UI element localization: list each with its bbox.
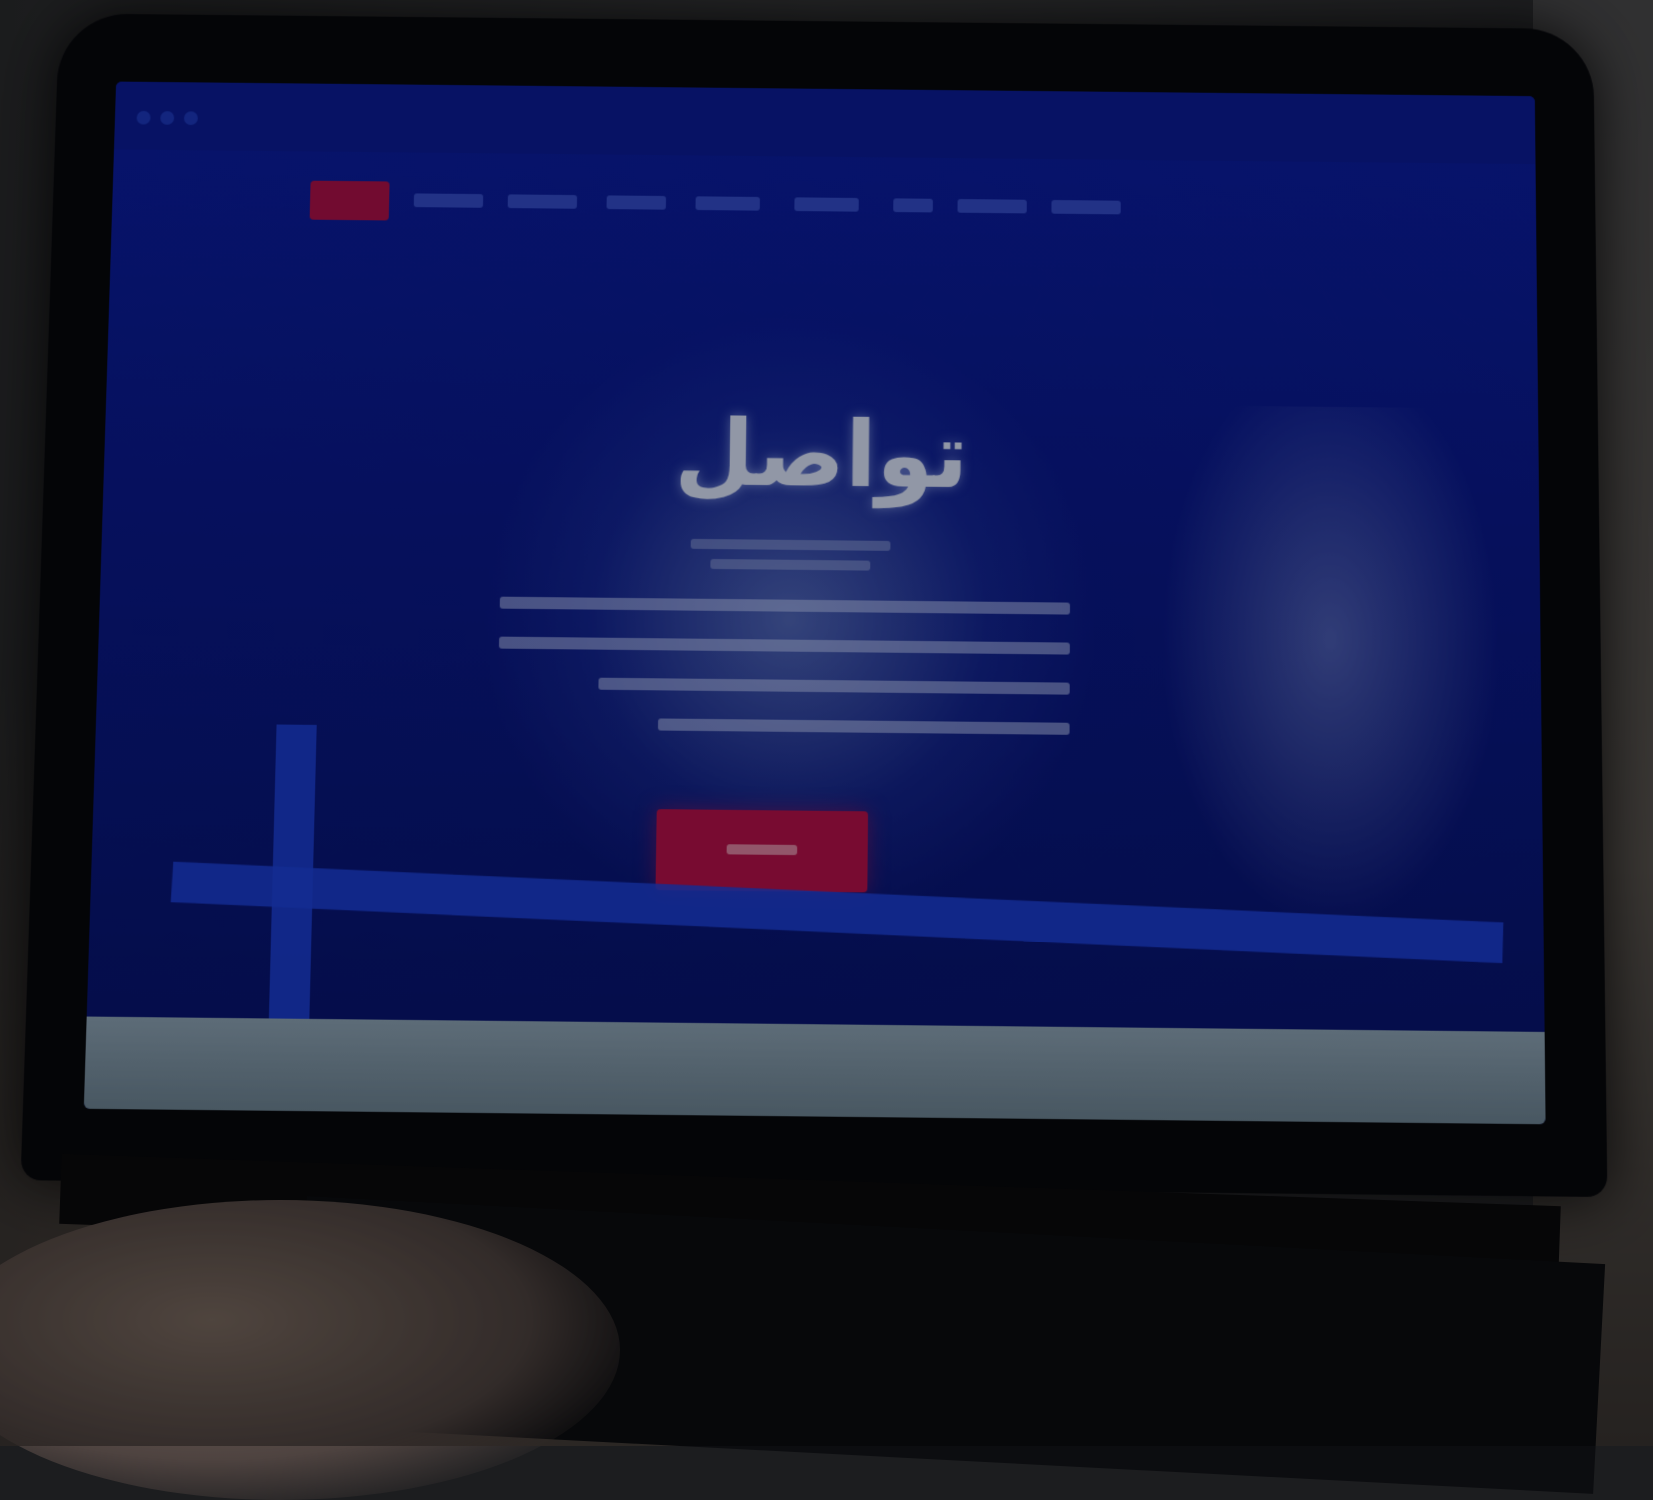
cta-label (726, 844, 798, 856)
nav-link (507, 194, 578, 209)
nav-link (893, 198, 933, 213)
cta-button (655, 809, 869, 893)
nav-link (957, 199, 1027, 214)
site-logo (309, 180, 390, 221)
hero-title: تواصل (673, 400, 969, 509)
window-dot (136, 110, 151, 125)
hero-subtitle-line (710, 558, 871, 571)
window-dot (160, 111, 175, 125)
laptop-lid: تواصل (20, 13, 1608, 1198)
nav-link (1051, 200, 1121, 215)
nav-link (794, 197, 859, 212)
nav-link (413, 193, 484, 208)
site-navigation (111, 169, 1537, 262)
laptop-screen: تواصل (83, 81, 1546, 1125)
browser-toolbar (113, 81, 1536, 165)
nav-link (695, 196, 760, 211)
window-dot (183, 111, 199, 126)
hero-subtitle-line (690, 538, 891, 551)
screen-bottom-panel (83, 1016, 1546, 1125)
nav-link (606, 195, 667, 210)
